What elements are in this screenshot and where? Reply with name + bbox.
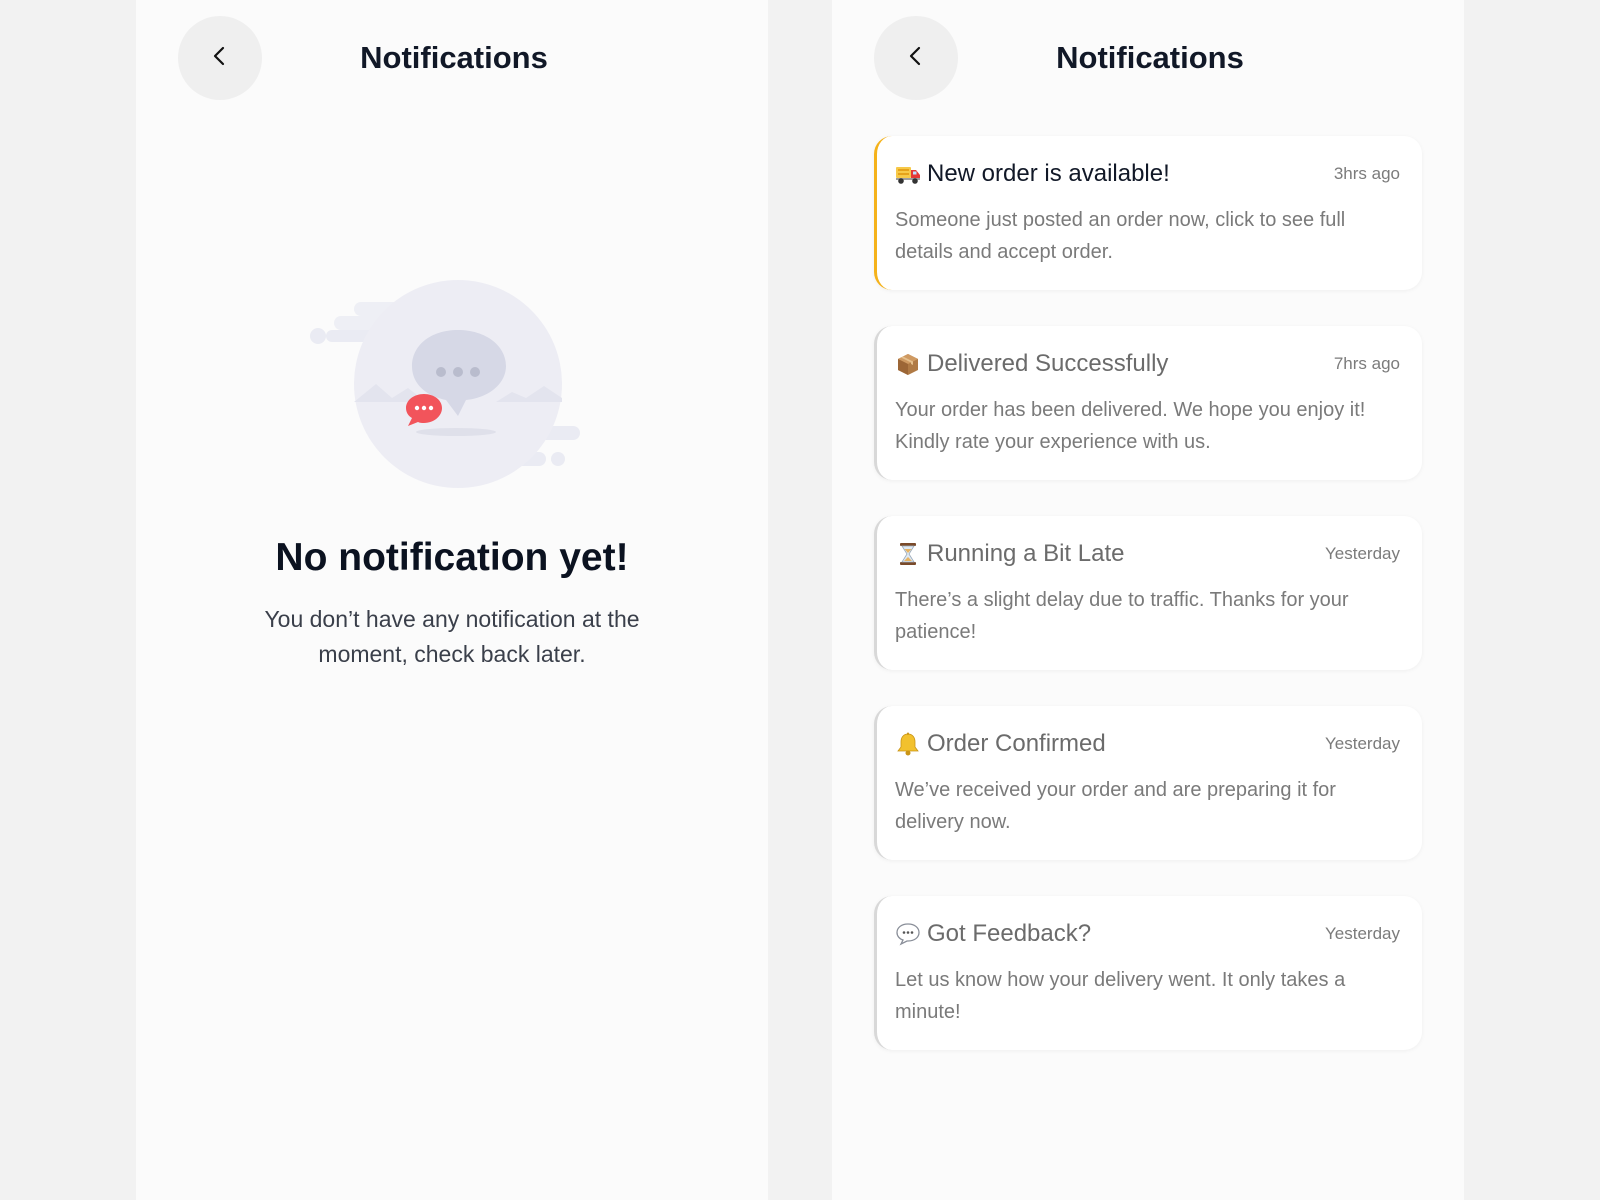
- package-icon: [895, 351, 921, 377]
- notification-list: New order is available! 3hrs ago Someone…: [874, 136, 1422, 1086]
- notification-card[interactable]: Running a Bit Late Yesterday There’s a s…: [874, 516, 1422, 670]
- notification-time: Yesterday: [1325, 924, 1400, 943]
- empty-notifications-screen: Notifications No notification yet! You d…: [136, 0, 768, 1200]
- empty-state-message: You don’t have any notification at the m…: [264, 606, 640, 667]
- truck-icon: [895, 161, 921, 187]
- notification-card[interactable]: Got Feedback? Yesterday Let us know how …: [874, 896, 1422, 1050]
- page-title: Notifications: [360, 40, 548, 75]
- notification-card[interactable]: Delivered Successfully 7hrs ago Your ord…: [874, 326, 1422, 480]
- notification-body: We’ve received your order and are prepar…: [895, 779, 1336, 833]
- notification-title: Order Confirmed: [927, 730, 1106, 757]
- hourglass-icon: [895, 541, 921, 567]
- empty-state-title: No notification yet!: [275, 536, 629, 579]
- notification-body: Let us know how your delivery went. It o…: [895, 969, 1346, 1023]
- speech-bubble-icon: [895, 921, 921, 947]
- notification-time: 7hrs ago: [1333, 354, 1400, 373]
- notification-time: Yesterday: [1325, 544, 1400, 563]
- notification-title: Delivered Successfully: [927, 350, 1169, 377]
- notification-title: Running a Bit Late: [927, 540, 1125, 567]
- notification-body: There’s a slight delay due to traffic. T…: [895, 589, 1349, 643]
- page-title: Notifications: [1056, 40, 1244, 75]
- notification-time: Yesterday: [1325, 734, 1400, 753]
- notification-body: Your order has been delivered. We hope y…: [895, 399, 1366, 453]
- notification-card[interactable]: New order is available! 3hrs ago Someone…: [874, 136, 1422, 290]
- notification-title: Got Feedback?: [927, 920, 1092, 947]
- notification-title: New order is available!: [927, 160, 1170, 187]
- notification-body: Someone just posted an order now, click …: [895, 209, 1346, 263]
- notification-card[interactable]: Order Confirmed Yesterday We’ve received…: [874, 706, 1422, 860]
- notifications-list-screen: Notifications New order is available! 3h…: [832, 0, 1464, 1200]
- bell-icon: [895, 731, 921, 757]
- notification-time: 3hrs ago: [1333, 164, 1400, 183]
- chat-bubble-illustration: [306, 280, 596, 502]
